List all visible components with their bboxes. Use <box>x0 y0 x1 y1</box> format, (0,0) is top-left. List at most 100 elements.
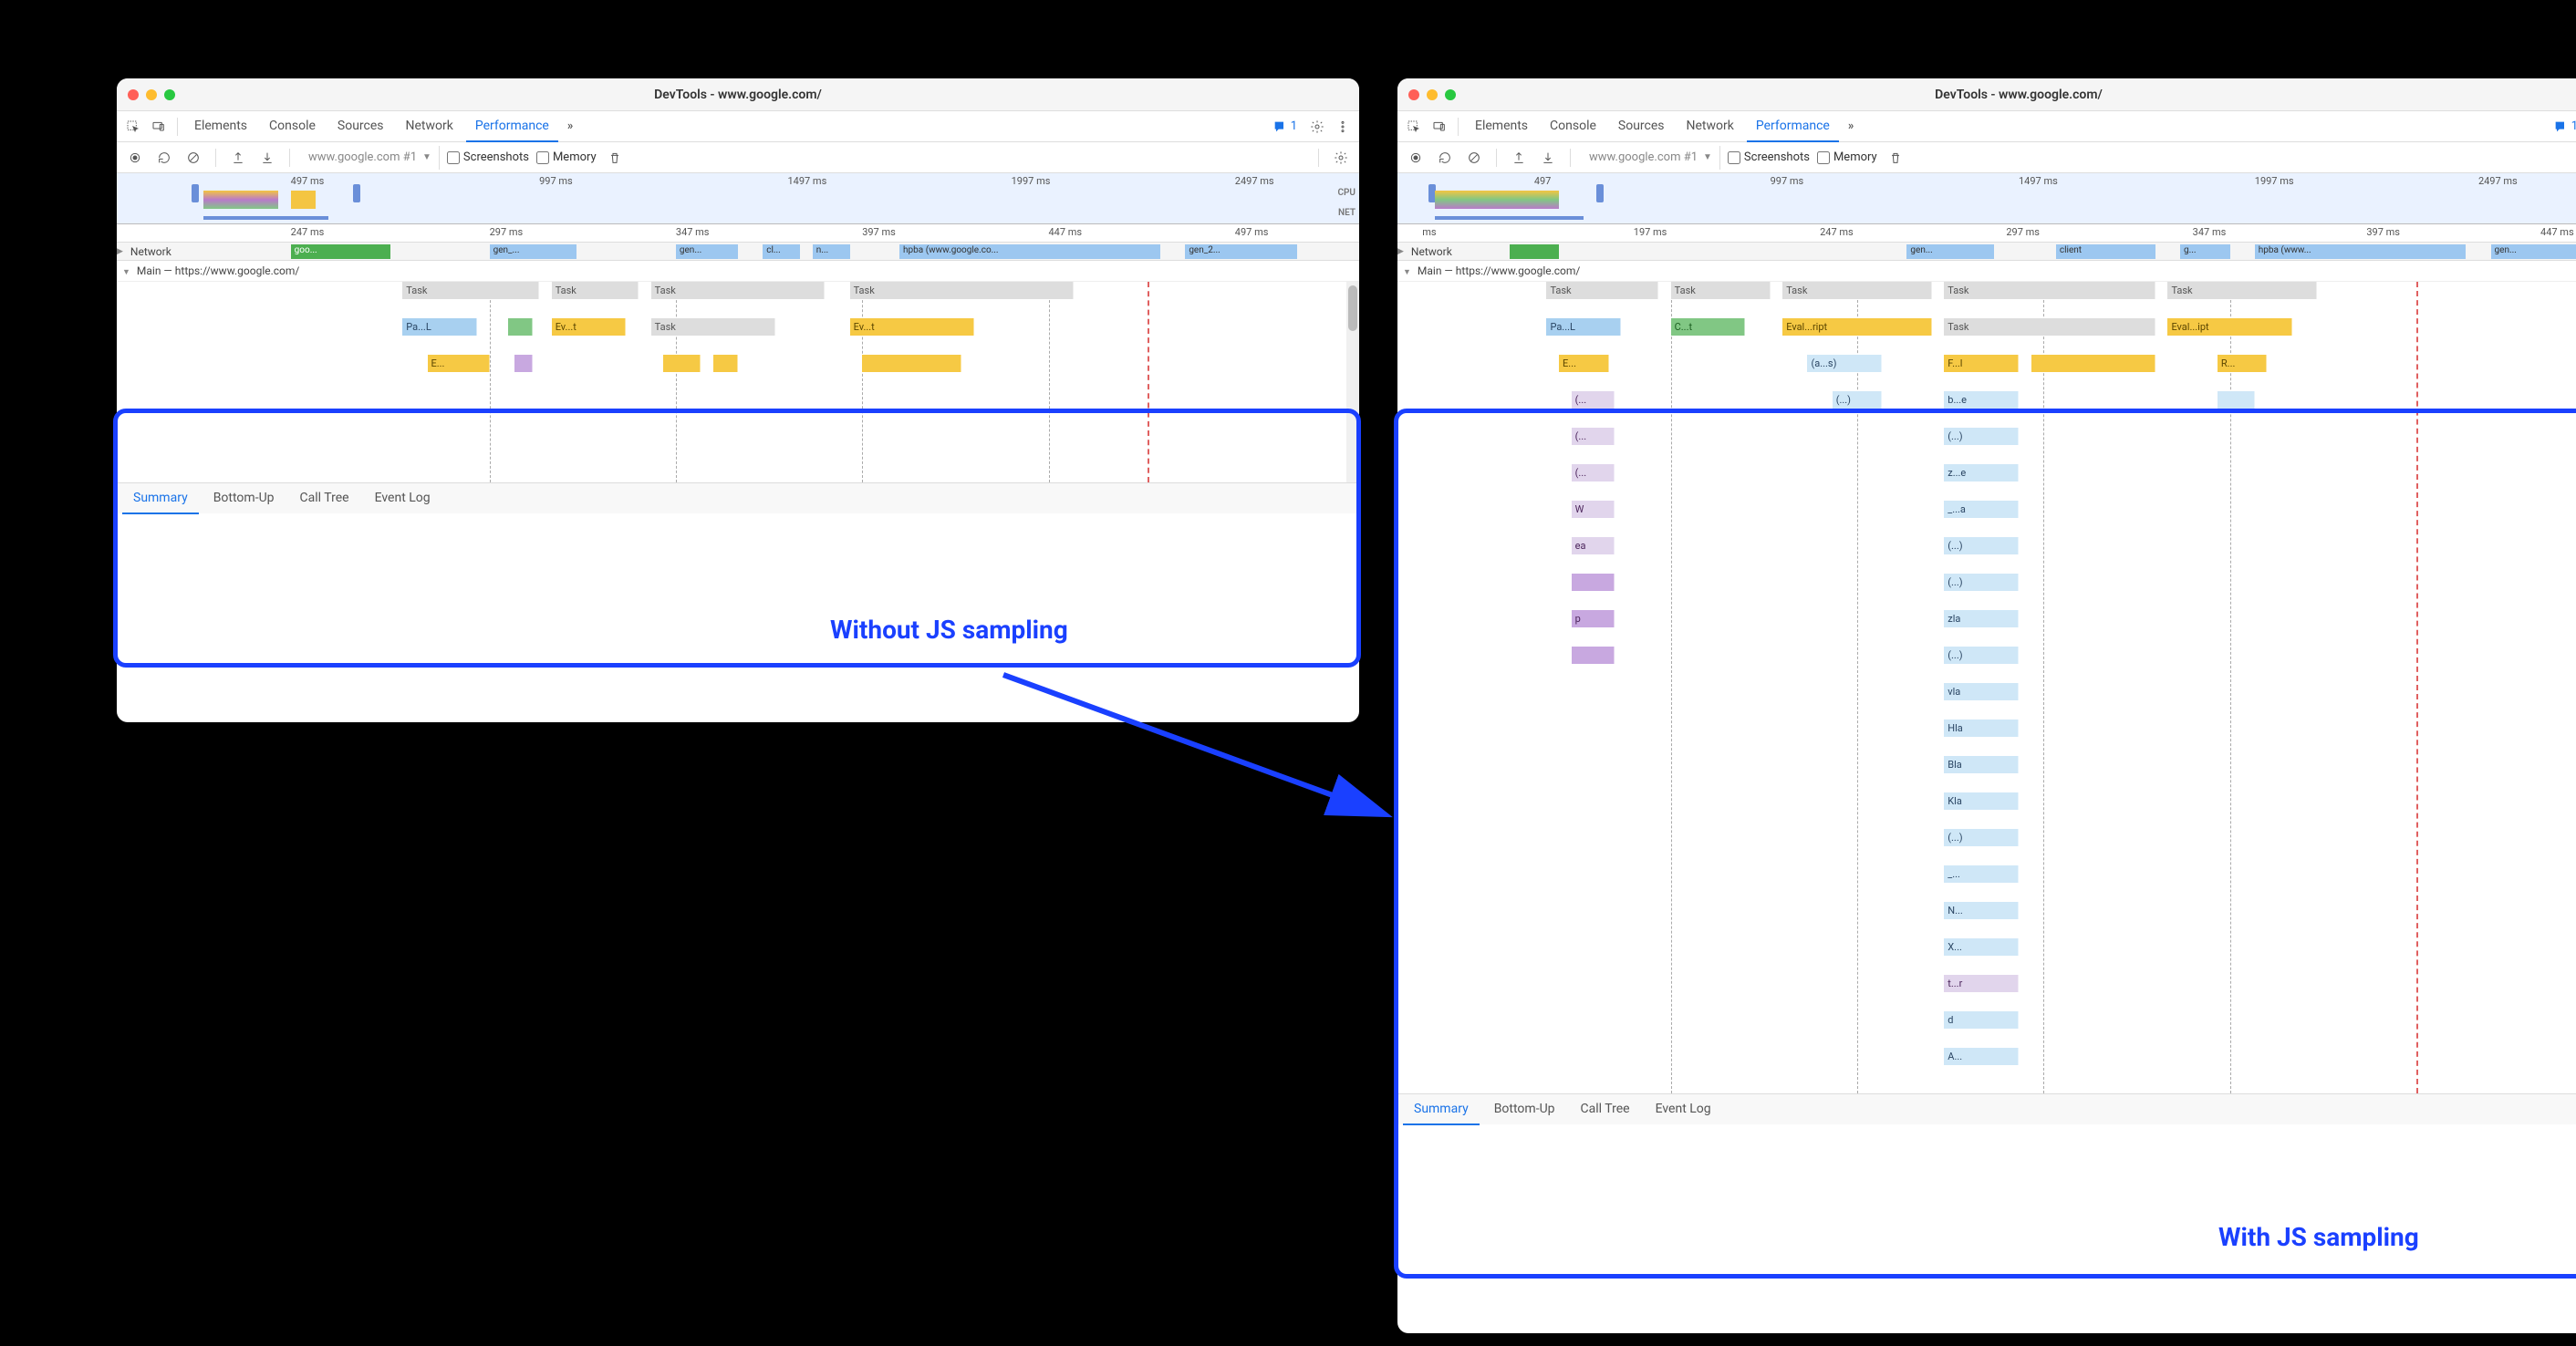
details-tab-summary[interactable]: Summary <box>122 483 199 514</box>
overview-handle-right[interactable] <box>1596 184 1604 202</box>
flame-entry[interactable]: E... <box>1559 355 1608 372</box>
more-tabs-chevrons[interactable]: » <box>1843 119 1859 133</box>
tab-network[interactable]: Network <box>397 111 462 142</box>
upload-icon[interactable] <box>227 147 249 169</box>
flame-entry[interactable]: N... <box>1944 902 2019 919</box>
main-track-header[interactable]: ▼ Main — https://www.google.com/ <box>1397 261 2576 282</box>
memory-checkbox[interactable]: Memory <box>1817 150 1877 164</box>
flame-entry[interactable]: E... <box>428 355 490 372</box>
more-tabs-chevrons[interactable]: » <box>562 119 578 133</box>
details-tab-calltree[interactable]: Call Tree <box>1570 1094 1641 1125</box>
flame-entry[interactable]: _...a <box>1944 501 2019 518</box>
inspect-icon[interactable] <box>1403 116 1425 138</box>
details-tab-summary[interactable]: Summary <box>1403 1094 1480 1125</box>
flame-entry[interactable]: Task <box>552 282 639 299</box>
flame-entry[interactable]: Task <box>651 318 775 336</box>
flame-entry[interactable]: (...) <box>1833 391 1882 409</box>
overview-handle-left[interactable] <box>192 184 199 202</box>
flame-entry[interactable]: Task <box>1546 282 1658 299</box>
flame-entry[interactable]: (... <box>1572 428 1615 445</box>
reload-icon[interactable] <box>1434 147 1456 169</box>
flame-entry[interactable]: Task <box>1944 318 2155 336</box>
flame-entry[interactable]: (...) <box>1944 574 2019 591</box>
scrollbar[interactable] <box>1346 282 1359 482</box>
tab-network[interactable]: Network <box>1678 111 1743 142</box>
flame-entry[interactable]: Bla <box>1944 756 2019 773</box>
screenshots-checkbox[interactable]: Screenshots <box>1728 150 1810 164</box>
flame-entry[interactable]: Task <box>1782 282 1931 299</box>
flame-entry[interactable] <box>862 355 961 372</box>
flame-entry[interactable]: W <box>1572 501 1615 518</box>
flame-entry[interactable] <box>514 355 533 372</box>
flame-entry[interactable]: _... <box>1944 865 2019 883</box>
flame-chart[interactable]: Task Task Task Task Task Pa...L C...t Eval...ri… <box>1397 282 2576 1093</box>
tab-elements[interactable]: Elements <box>1466 111 1537 142</box>
tab-performance[interactable]: Performance <box>466 111 558 142</box>
flame-entry[interactable] <box>2031 355 2155 372</box>
flame-entry[interactable] <box>713 355 738 372</box>
recording-dropdown[interactable]: www.google.com #1 ▼ <box>1582 146 1720 170</box>
flame-entry[interactable]: Task <box>1671 282 1771 299</box>
flame-entry[interactable]: zla <box>1944 610 2019 627</box>
network-track[interactable]: ▶ Network goo... gen_... gen... cl... n.… <box>117 243 1359 261</box>
overview-timeline[interactable]: 497 ms 997 ms 1497 ms 1997 ms 2497 ms CP… <box>117 173 1359 224</box>
flame-entry[interactable] <box>1572 574 1615 591</box>
flame-entry[interactable]: p <box>1572 610 1615 627</box>
flame-entry[interactable]: C...t <box>1671 318 1746 336</box>
flame-entry[interactable]: d <box>1944 1011 2019 1029</box>
flame-entry[interactable]: A... <box>1944 1048 2019 1065</box>
flame-entry[interactable]: Ev...t <box>552 318 627 336</box>
clear-icon[interactable] <box>182 147 204 169</box>
flame-entry[interactable]: Kla <box>1944 792 2019 810</box>
device-toolbar-icon[interactable] <box>1428 116 1450 138</box>
flame-entry[interactable]: Hla <box>1944 720 2019 737</box>
details-tab-eventlog[interactable]: Event Log <box>1645 1094 1722 1125</box>
flame-entry[interactable]: Task <box>2167 282 2316 299</box>
flame-entry[interactable]: Task <box>1944 282 2155 299</box>
memory-checkbox[interactable]: Memory <box>536 150 597 164</box>
flame-entry[interactable] <box>2218 391 2255 409</box>
flame-entry[interactable]: vla <box>1944 683 2019 700</box>
tab-elements[interactable]: Elements <box>185 111 256 142</box>
overview-timeline[interactable]: 497 997 ms 1497 ms 1997 ms 2497 ms CPU N… <box>1397 173 2576 224</box>
tab-sources[interactable]: Sources <box>1609 111 1674 142</box>
details-tab-calltree[interactable]: Call Tree <box>289 483 360 514</box>
main-track-header[interactable]: ▼ Main — https://www.google.com/ <box>117 261 1359 282</box>
garbage-collect-icon[interactable] <box>1885 147 1906 169</box>
flame-entry[interactable]: ea <box>1572 537 1615 554</box>
flame-entry[interactable]: X... <box>1944 938 2019 956</box>
record-icon[interactable] <box>124 147 146 169</box>
tab-performance[interactable]: Performance <box>1747 111 1839 142</box>
garbage-collect-icon[interactable] <box>604 147 626 169</box>
flame-entry[interactable]: (... <box>1572 464 1615 481</box>
clear-icon[interactable] <box>1463 147 1485 169</box>
flame-entry[interactable]: Task <box>402 282 539 299</box>
recording-dropdown[interactable]: www.google.com #1 ▼ <box>301 146 440 170</box>
network-track[interactable]: ▶ Network gen... client g... hpba (www..… <box>1397 243 2576 261</box>
more-menu-icon[interactable] <box>1332 116 1354 138</box>
download-icon[interactable] <box>256 147 278 169</box>
flame-entry[interactable]: Eval...ript <box>1782 318 1931 336</box>
flame-entry[interactable]: Task <box>651 282 826 299</box>
flame-entry[interactable]: Pa...L <box>1546 318 1621 336</box>
screenshots-checkbox[interactable]: Screenshots <box>447 150 529 164</box>
flame-entry[interactable] <box>508 318 533 336</box>
reload-icon[interactable] <box>153 147 175 169</box>
flame-entry[interactable]: (...) <box>1944 829 2019 846</box>
details-tab-bottomup[interactable]: Bottom-Up <box>1483 1094 1566 1125</box>
flame-entry[interactable]: (...) <box>1944 537 2019 554</box>
flame-chart[interactable]: TaskTaskTaskTaskPa...LEv...tTaskEv...tE.… <box>117 282 1359 482</box>
inspect-icon[interactable] <box>122 116 144 138</box>
flame-entry[interactable]: (... <box>1572 391 1615 409</box>
flame-entry[interactable] <box>663 355 701 372</box>
flame-entry[interactable]: R... <box>2218 355 2267 372</box>
flame-entry[interactable]: (...) <box>1944 428 2019 445</box>
issues-button[interactable]: 1 <box>2548 118 2576 136</box>
flame-entry[interactable]: F...l <box>1944 355 2019 372</box>
flame-entry[interactable]: (a...s) <box>1807 355 1882 372</box>
overview-handle-right[interactable] <box>353 184 360 202</box>
flame-entry[interactable] <box>1572 647 1615 664</box>
details-tab-eventlog[interactable]: Event Log <box>364 483 441 514</box>
download-icon[interactable] <box>1537 147 1559 169</box>
flame-entry[interactable]: Ev...t <box>850 318 974 336</box>
